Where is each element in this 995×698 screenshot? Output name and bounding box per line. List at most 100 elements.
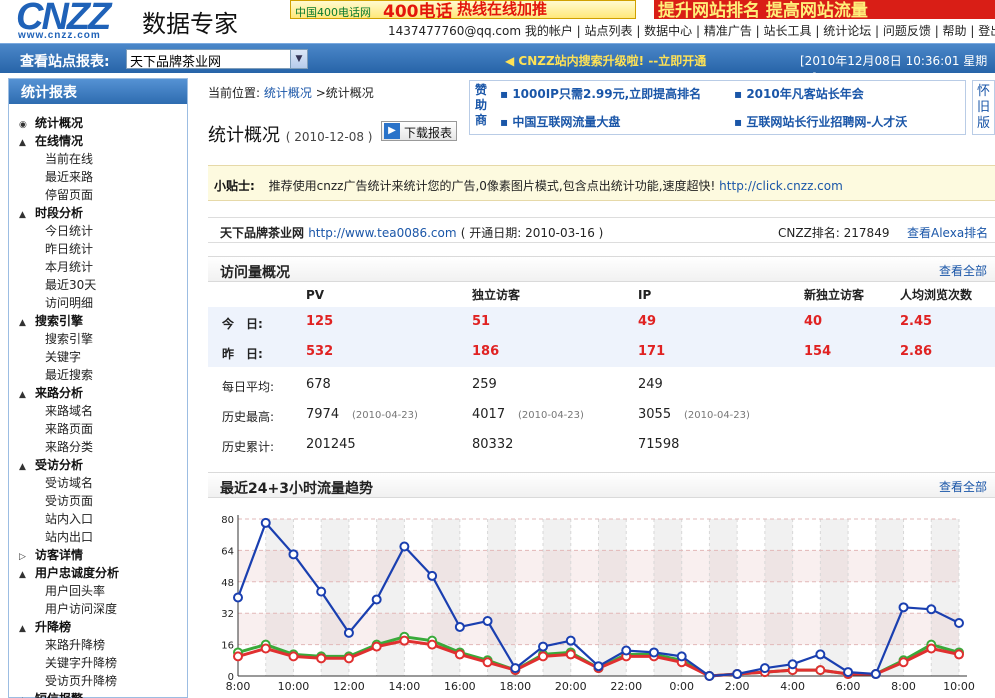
logo-url: www.cnzz.com xyxy=(18,30,101,41)
x-tick-label: 8:00 xyxy=(891,680,916,693)
table-cell: 259 xyxy=(472,377,497,392)
sidebar-item[interactable]: 停留页面 xyxy=(9,186,187,204)
y-tick-label: 48 xyxy=(221,578,234,589)
ad-banner-rank[interactable]: 提升网站排名 提高网站流量 xyxy=(654,0,995,19)
expanded-triangle-icon: ▲ xyxy=(19,210,26,220)
table-cell: 125 xyxy=(306,314,334,329)
data-point xyxy=(704,671,715,681)
table-cell: 678 xyxy=(306,377,331,392)
sidebar-item[interactable]: 搜索引擎 xyxy=(9,330,187,348)
overview-title: 访问量概况 xyxy=(220,265,290,281)
sidebar-item[interactable]: 关键字 xyxy=(9,348,187,366)
table-cell: 80332 xyxy=(472,437,514,452)
site-info: 天下品牌茶业网 http://www.tea0086.com ( 开通日期: 2… xyxy=(208,217,995,243)
sponsor-link[interactable]: ▪ 互联网站长行业招聘网-人才沃 xyxy=(734,113,907,130)
sidebar-title: 统计报表 xyxy=(9,79,187,104)
sidebar-item[interactable]: 本月统计 xyxy=(9,258,187,276)
sidebar-item[interactable]: 受访页面 xyxy=(9,492,187,510)
sidebar-item[interactable]: 最近来路 xyxy=(9,168,187,186)
site-url[interactable]: http://www.tea0086.com xyxy=(308,226,456,240)
sidebar-item[interactable]: 来路页面 xyxy=(9,420,187,438)
data-point xyxy=(260,643,271,654)
sponsor-link[interactable]: ▪ 2010年凡客站长年会 xyxy=(734,85,864,102)
sidebar-group[interactable]: ▷ 访客详情 xyxy=(9,546,187,564)
trend-view-all[interactable]: 查看全部 xyxy=(939,478,987,495)
breadcrumb-link[interactable]: 统计概况 xyxy=(264,86,312,100)
sidebar-item[interactable]: 昨日统计 xyxy=(9,240,187,258)
sidebar-group[interactable]: ▲ 受访分析 xyxy=(9,456,187,474)
site-select[interactable]: 天下品牌茶业网 ▼ xyxy=(126,49,308,70)
sidebar-group[interactable]: ◉ 统计概况 xyxy=(9,114,187,132)
row-label: 今 日: xyxy=(222,317,263,331)
tip-link[interactable]: http://click.cnzz.com xyxy=(719,179,843,193)
grid-band xyxy=(709,519,738,676)
table-cell: 201245 xyxy=(306,437,356,452)
sidebar-item[interactable]: 站内出口 xyxy=(9,528,187,546)
banner1-left: 中国400电话网 xyxy=(295,6,371,19)
sidebar-item[interactable]: 来路升降榜 xyxy=(9,636,187,654)
data-point xyxy=(399,635,410,646)
data-point xyxy=(898,657,909,668)
sidebar-item[interactable]: 访问明细 xyxy=(9,294,187,312)
sidebar-group-label: 短信报警 xyxy=(35,692,83,698)
data-point xyxy=(454,649,465,660)
table-cell: 249 xyxy=(638,377,663,392)
site-name: 天下品牌茶业网 xyxy=(220,226,305,240)
sponsor-link[interactable]: ▪ 中国互联网流量大盘 xyxy=(500,113,620,130)
sidebar-group[interactable]: ▲ 升降榜 xyxy=(9,618,187,636)
sidebar-item[interactable]: 受访域名 xyxy=(9,474,187,492)
sidebar-item[interactable]: 用户访问深度 xyxy=(9,600,187,618)
cnzz-logo[interactable]: CNZZ www.cnzz.com 数据专家 xyxy=(14,0,264,41)
sidebar-group-label: 搜索引擎 xyxy=(35,314,84,328)
data-point xyxy=(565,649,576,660)
sidebar-group[interactable]: ▲ 用户忠诚度分析 xyxy=(9,564,187,582)
data-point xyxy=(343,627,354,638)
table-row: 今 日: 125 51 49 40 2.45 xyxy=(208,307,995,337)
sponsor-link[interactable]: ▪ 1000IP只需2.99元,立即提高排名 xyxy=(500,85,701,102)
expanded-triangle-icon: ▲ xyxy=(19,390,26,400)
y-tick-label: 32 xyxy=(221,609,234,620)
sidebar-item[interactable]: 最近搜索 xyxy=(9,366,187,384)
search-upgrade-promo[interactable]: ◀ CNZZ站内搜索升级啦! --立即开通 xyxy=(505,52,706,69)
data-point xyxy=(288,549,299,560)
top-links[interactable]: 1437477760@qq.com 我的帐户 | 站点列表 | 数据中心 | 精… xyxy=(388,22,995,39)
sidebar-group[interactable]: ▲ 在线情况 xyxy=(9,132,187,150)
sidebar-item[interactable]: 站内入口 xyxy=(9,510,187,528)
sponsor-link-text: 2010年凡客站长年会 xyxy=(746,87,864,101)
ad-banner-400[interactable]: 中国400电话网 400电话 热线在线加推 xyxy=(290,0,636,19)
expanded-triangle-icon: ▲ xyxy=(19,692,35,698)
alexa-rank-link[interactable]: 查看Alexa排名 xyxy=(907,224,988,241)
page-title: 统计概况 ( 2010-12-08 ) xyxy=(208,121,372,147)
sidebar-group[interactable]: ▲ 时段分析 xyxy=(9,204,187,222)
chevron-down-icon[interactable]: ▼ xyxy=(290,50,307,68)
data-point xyxy=(676,651,687,662)
old-version-link[interactable]: 怀旧版 xyxy=(972,80,995,135)
x-tick-label: 18:00 xyxy=(499,680,531,693)
sidebar-group[interactable]: ▲ 来路分析 xyxy=(9,384,187,402)
sidebar: 统计报表 ◉ 统计概况 ▲ 在线情况 当前在线 最近来路 停留页面 ▲ 时段分析 今日统计 昨日统计… xyxy=(8,78,188,698)
download-report-button[interactable]: ▶ 下载报表 xyxy=(381,121,458,141)
sidebar-item[interactable]: 关键字升降榜 xyxy=(9,654,187,672)
x-tick-label: 6:00 xyxy=(836,680,861,693)
sidebar-item[interactable]: 最近30天 xyxy=(9,276,187,294)
sidebar-item[interactable]: 当前在线 xyxy=(9,150,187,168)
sidebar-group[interactable]: ▲短信报警 xyxy=(9,690,187,698)
data-point xyxy=(427,639,438,650)
overview-header: 访问量概况 查看全部 xyxy=(208,256,995,282)
sidebar-group[interactable]: ▲ 搜索引擎 xyxy=(9,312,187,330)
page-title-date: ( 2010-12-08 ) xyxy=(285,130,373,144)
data-point xyxy=(510,663,521,674)
breadcrumb: 当前位置: 统计概况 >统计概况 xyxy=(208,84,374,101)
data-point xyxy=(621,645,632,656)
sidebar-item[interactable]: 受访页升降榜 xyxy=(9,672,187,690)
sidebar-item[interactable]: 今日统计 xyxy=(9,222,187,240)
sidebar-item[interactable]: 用户回头率 xyxy=(9,582,187,600)
breadcrumb-prefix: 当前位置: xyxy=(208,86,261,100)
data-point xyxy=(593,661,604,672)
data-point xyxy=(343,653,354,664)
tip-text: 推荐使用cnzz广告统计来统计您的广告,0像素图片模式,包含点出统计功能,速度超… xyxy=(268,179,716,193)
overview-view-all[interactable]: 查看全部 xyxy=(939,262,987,279)
sidebar-item[interactable]: 来路域名 xyxy=(9,402,187,420)
sidebar-item[interactable]: 来路分类 xyxy=(9,438,187,456)
row-label: 历史最高: xyxy=(222,410,275,424)
